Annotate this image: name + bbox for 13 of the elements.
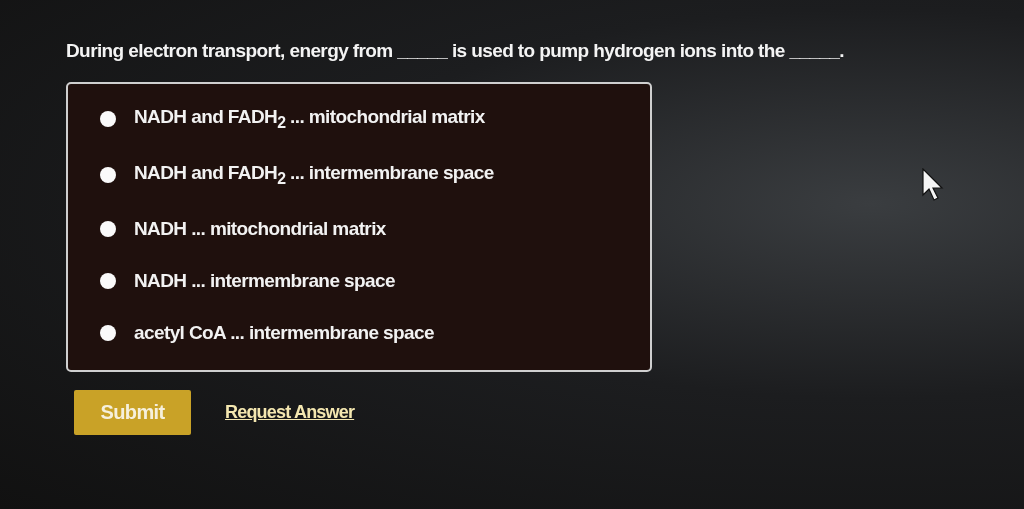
option-label[interactable]: NADH and FADH$_{2}$ ... mitochondrial matrix <box>134 106 485 132</box>
option-label[interactable]: NADH and FADH$_{2}$ ... intermembrane space <box>134 161 494 188</box>
radio-button[interactable] <box>100 272 116 289</box>
radio-button[interactable] <box>100 166 116 183</box>
request-answer-link[interactable]: Request Answer <box>225 401 355 423</box>
radio-button[interactable] <box>100 110 116 127</box>
radio-button[interactable] <box>100 220 116 237</box>
mouse-pointer-icon <box>922 168 944 202</box>
radio-button[interactable] <box>100 324 116 341</box>
option-label[interactable]: acetyl CoA ... intermembrane space <box>134 321 434 344</box>
question-text: During electron transport, energy from _____ is used to pump hydrogen ions into the _____. <box>66 40 845 62</box>
option-label[interactable]: NADH ... mitochondrial matrix <box>134 217 386 240</box>
option-label[interactable]: NADH ... intermembrane space <box>134 269 395 292</box>
